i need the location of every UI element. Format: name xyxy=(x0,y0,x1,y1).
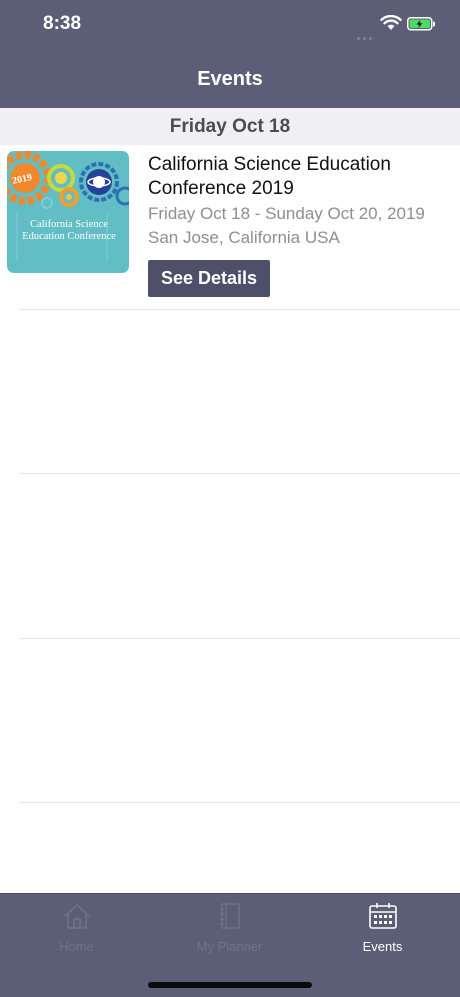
tab-bar: Home My Planner Events xyxy=(0,893,460,997)
wifi-icon xyxy=(380,14,402,36)
status-bar: 8:38 xyxy=(0,0,460,50)
battery-icon xyxy=(407,17,436,36)
date-section-header: Friday Oct 18 xyxy=(0,108,460,145)
tab-events-label: Events xyxy=(362,939,403,954)
event-title: California Science Education Conference … xyxy=(148,154,391,199)
page-title: Events xyxy=(197,68,263,90)
house-icon xyxy=(62,902,92,935)
see-details-button[interactable]: See Details xyxy=(148,260,270,297)
event-thumbnail[interactable]: 2019 California Science Education Confer… xyxy=(7,151,129,273)
home-indicator xyxy=(148,982,312,988)
event-dates: Friday Oct 18 - Sunday Oct 20, 2019 xyxy=(148,204,425,223)
list-separator xyxy=(19,638,460,639)
status-time: 8:38 xyxy=(43,13,82,34)
tab-my-planner[interactable]: My Planner xyxy=(153,894,306,964)
tab-home[interactable]: Home xyxy=(0,894,153,964)
navigation-header: 8:38 Events xyxy=(0,0,460,108)
calendar-icon xyxy=(368,902,398,935)
list-separator xyxy=(19,309,460,310)
event-list-item[interactable]: 2019 California Science Education Confer… xyxy=(0,145,460,309)
notebook-icon xyxy=(217,902,243,935)
signal-dots-icon xyxy=(357,27,375,45)
list-separator xyxy=(19,473,460,474)
tab-events[interactable]: Events xyxy=(306,894,459,964)
tab-home-label: Home xyxy=(59,939,94,954)
thumbnail-caption-line2: Education Conference xyxy=(22,231,116,242)
thumbnail-caption-line1: California Science xyxy=(30,219,108,230)
event-location: San Jose, California USA xyxy=(148,228,340,247)
list-separator xyxy=(19,802,460,803)
tab-my-planner-label: My Planner xyxy=(196,939,263,954)
